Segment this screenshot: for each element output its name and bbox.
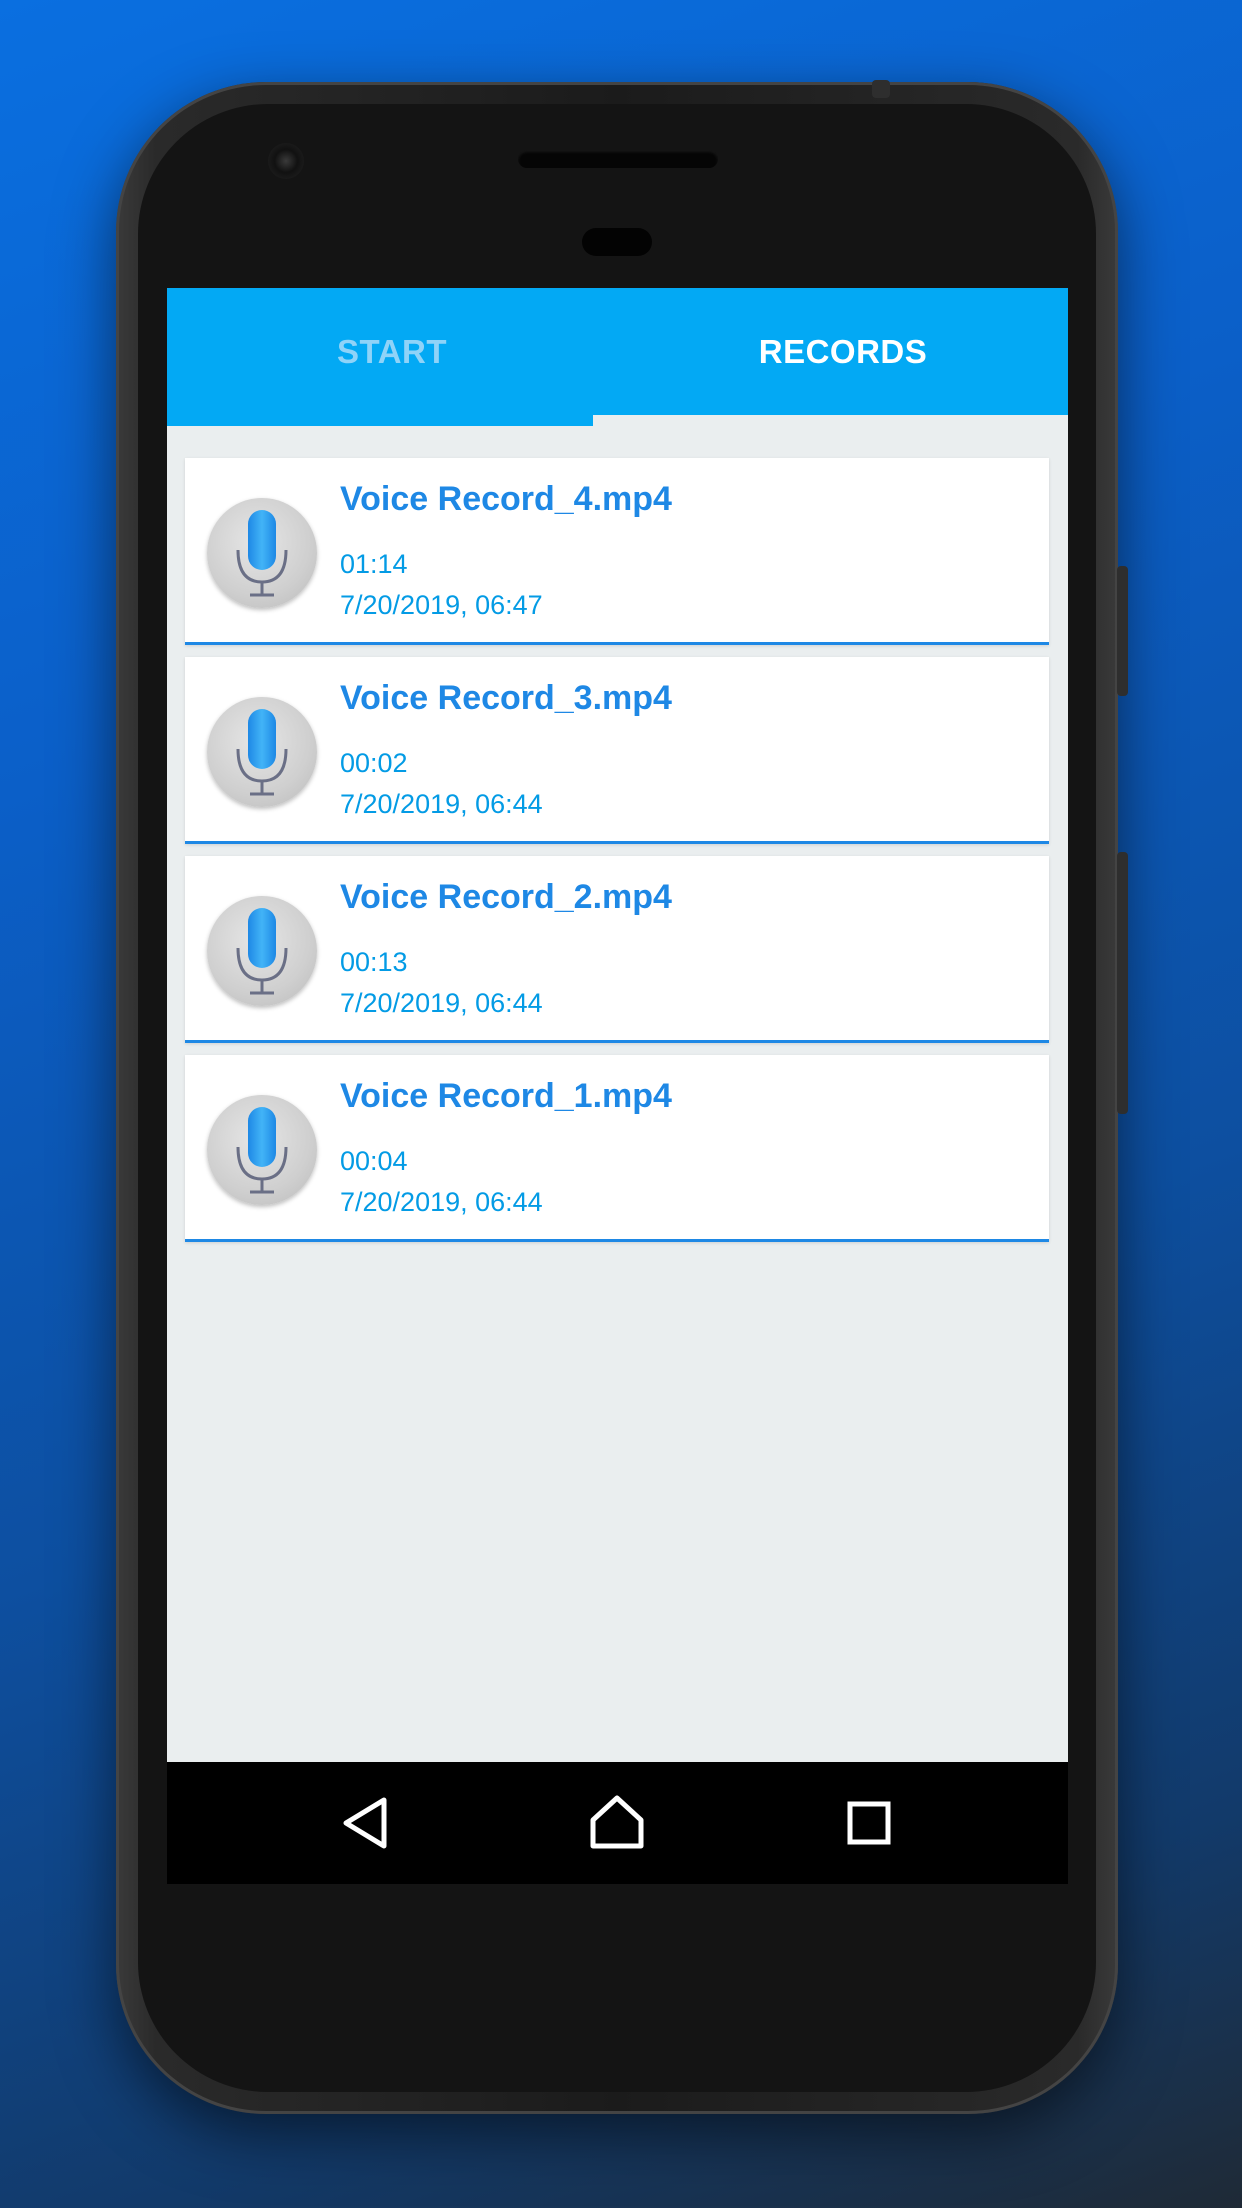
back-icon [343, 1797, 387, 1849]
tab-records[interactable]: RECORDS [618, 288, 1068, 415]
record-item[interactable]: Voice Record_4.mp4 01:14 7/20/2019, 06:4… [185, 458, 1049, 645]
record-duration: 00:02 [340, 748, 408, 778]
microphone-icon [207, 697, 317, 807]
power-button [1117, 566, 1128, 696]
record-duration: 00:13 [340, 947, 408, 977]
record-item[interactable]: Voice Record_2.mp4 00:13 7/20/2019, 06:4… [185, 856, 1049, 1043]
tab-bar: START RECORDS [167, 288, 1068, 415]
tab-start[interactable]: START [167, 288, 617, 415]
earpiece-speaker [518, 150, 718, 168]
record-date: 7/20/2019, 06:44 [340, 988, 543, 1018]
record-title: Voice Record_3.mp4 [340, 679, 672, 717]
record-date: 7/20/2019, 06:44 [340, 789, 543, 819]
proximity-sensor [582, 228, 652, 256]
record-title: Voice Record_1.mp4 [340, 1077, 672, 1115]
back-button[interactable] [324, 1780, 410, 1866]
volume-button [1117, 852, 1128, 1114]
record-date: 7/20/2019, 06:44 [340, 1187, 543, 1217]
record-title: Voice Record_2.mp4 [340, 878, 672, 916]
record-date: 7/20/2019, 06:47 [340, 590, 543, 620]
microphone-icon [207, 896, 317, 1006]
app-screen: START RECORDS Voice Record_4.mp4 01:14 7… [167, 288, 1068, 1762]
home-icon [590, 1795, 644, 1849]
record-duration: 00:04 [340, 1146, 408, 1176]
microphone-icon [207, 1095, 317, 1205]
microphone-icon [207, 498, 317, 608]
system-nav-bar [167, 1762, 1068, 1884]
record-duration: 01:14 [340, 549, 408, 579]
record-item[interactable]: Voice Record_1.mp4 00:04 7/20/2019, 06:4… [185, 1055, 1049, 1242]
recents-button[interactable] [826, 1780, 912, 1866]
record-title: Voice Record_4.mp4 [340, 480, 672, 518]
front-camera [268, 143, 304, 179]
top-notch-button [872, 80, 890, 98]
record-item[interactable]: Voice Record_3.mp4 00:02 7/20/2019, 06:4… [185, 657, 1049, 844]
tab-indicator [167, 415, 593, 426]
recents-icon [847, 1801, 891, 1845]
home-button[interactable] [574, 1780, 660, 1866]
